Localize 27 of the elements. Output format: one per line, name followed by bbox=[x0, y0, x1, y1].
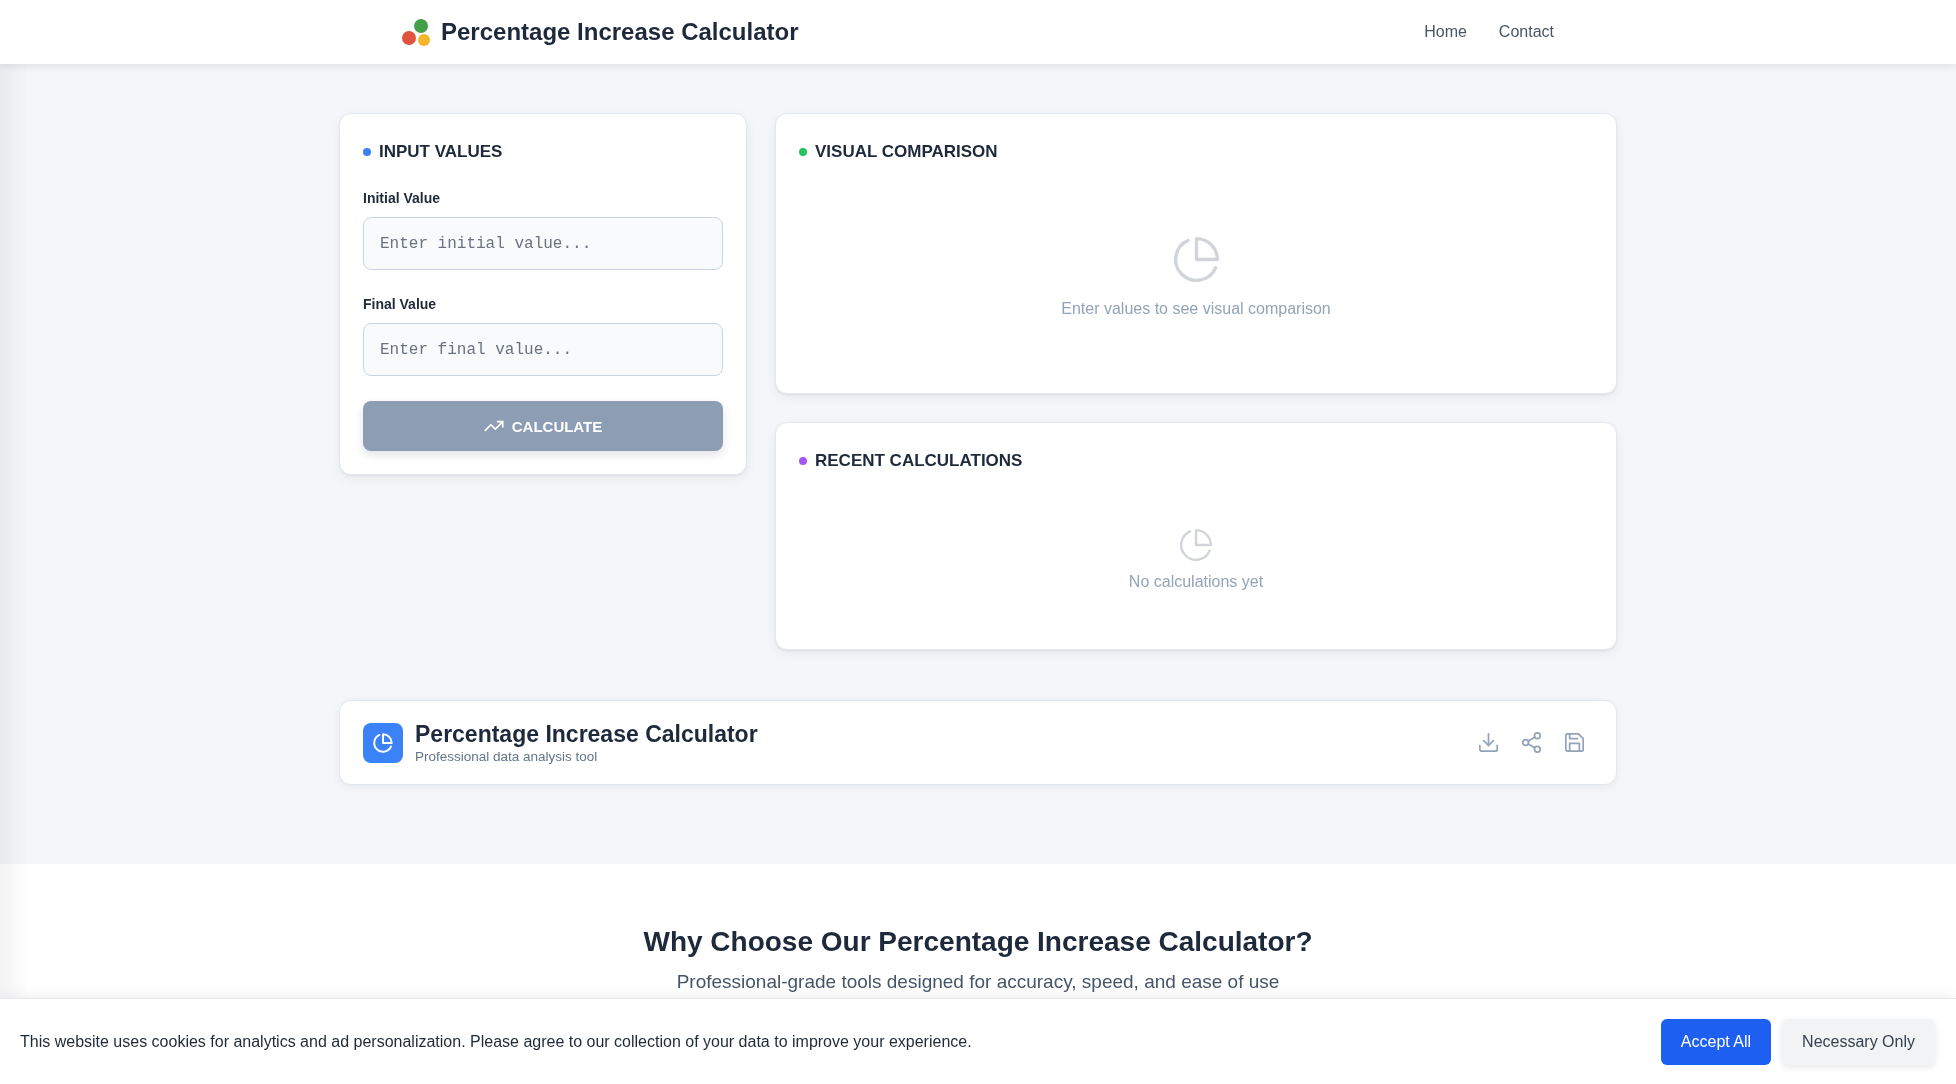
share-icon[interactable] bbox=[1522, 732, 1541, 753]
pie-chart-icon bbox=[1173, 237, 1219, 282]
input-field[interactable]: Enter initial value... bbox=[363, 217, 723, 270]
card-title: INPUT VALUES bbox=[379, 141, 503, 163]
necessary-only-button[interactable]: Necessary Only bbox=[1782, 1018, 1935, 1065]
empty-state-message: Enter values to see visual comparison bbox=[1061, 299, 1331, 319]
card-title: RECENT CALCULATIONS bbox=[815, 450, 1023, 472]
card-title: VISUAL COMPARISON bbox=[815, 141, 998, 163]
field-label: Final Value bbox=[363, 295, 438, 313]
download-icon[interactable] bbox=[1479, 733, 1498, 752]
tool-title: Percentage Increase Calculator bbox=[415, 720, 758, 748]
section-subheading: Professional-grade tools designed for accuracy, speed, and ease of use bbox=[675, 970, 1281, 994]
save-icon[interactable] bbox=[1565, 733, 1584, 752]
field-label: Initial Value bbox=[363, 189, 442, 207]
empty-state-message: No calculations yet bbox=[1128, 572, 1264, 592]
nav-link[interactable]: Home bbox=[1424, 23, 1467, 41]
tool-subtitle: Professional data analysis tool bbox=[415, 748, 599, 765]
pie-chart-icon bbox=[1180, 529, 1212, 561]
site-title: Percentage Increase Calculator bbox=[441, 18, 799, 46]
accept-button[interactable]: Accept All bbox=[1660, 1018, 1772, 1065]
pie-chart-icon bbox=[363, 722, 403, 763]
section-heading: Why Choose Our Percentage Increase Calculator? bbox=[642, 925, 1314, 959]
trend-up-icon bbox=[483, 420, 504, 432]
logo-icon bbox=[402, 18, 430, 46]
cookie-message: This website uses cookies for analytics and ad personalization. Please agree to our collection of your data to improve your experience. bbox=[20, 1032, 972, 1051]
input-field[interactable]: Enter final value... bbox=[363, 323, 723, 376]
nav-link[interactable]: Contact bbox=[1498, 23, 1554, 41]
